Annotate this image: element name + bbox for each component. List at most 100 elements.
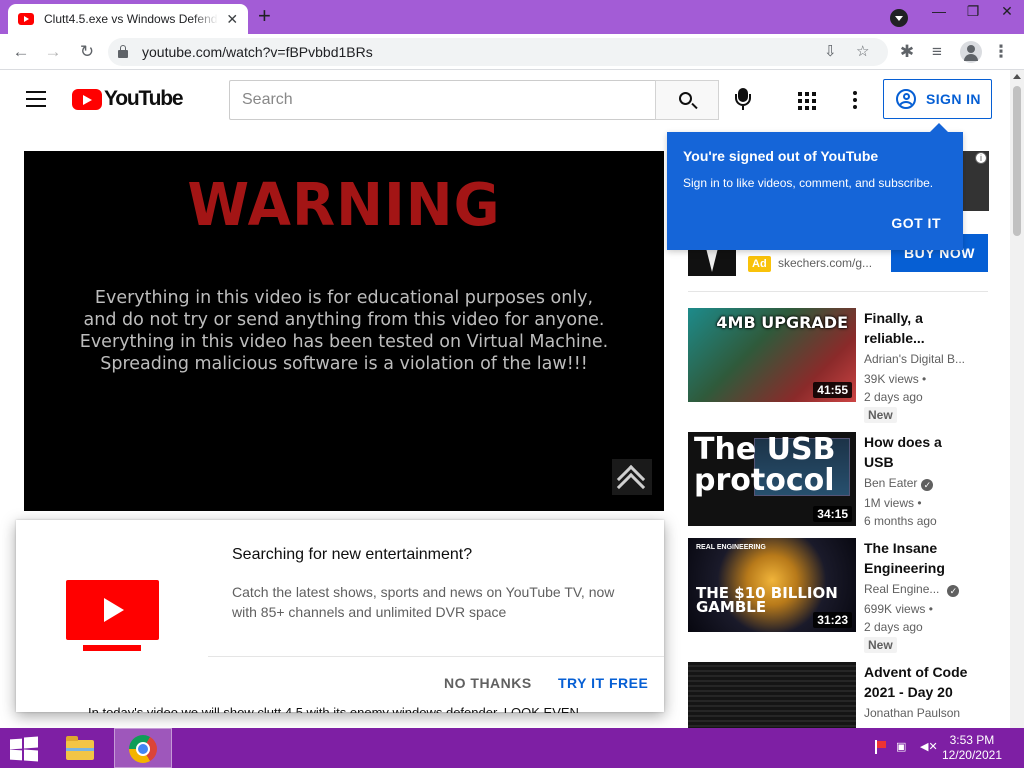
ad-badge: Ad xyxy=(748,256,771,272)
recommendation-item[interactable]: 4MB UPGRADE 41:55 Finally, a reliable...… xyxy=(688,308,988,423)
channel-row[interactable]: Real Engine... ✓ xyxy=(864,582,960,597)
view-count: 1M views • xyxy=(864,496,922,510)
channel-row[interactable]: Ben Eater ✓ xyxy=(864,476,934,491)
back-button[interactable]: ← xyxy=(10,41,32,63)
minimize-button[interactable]: — xyxy=(922,0,956,24)
video-thumbnail[interactable]: 4MB UPGRADE 41:55 xyxy=(688,308,856,402)
channel-name[interactable]: Adrian's Digital B... xyxy=(864,352,965,366)
scrollbar-thumb[interactable] xyxy=(1013,86,1021,236)
upload-age: 2 days ago xyxy=(864,390,923,404)
disclaimer-line: Everything in this video has been tested… xyxy=(79,332,609,352)
youtube-play-logo-icon xyxy=(72,88,102,110)
lock-icon[interactable] xyxy=(118,45,128,58)
channel-name[interactable]: Jonathan Paulson xyxy=(864,706,960,720)
search-button[interactable] xyxy=(655,80,719,120)
video-title[interactable]: Advent of Code 2021 - Day 20 xyxy=(864,662,968,702)
got-it-button[interactable]: GOT IT xyxy=(891,215,941,231)
promo-divider xyxy=(208,656,664,657)
account-icon xyxy=(896,89,916,109)
url-text[interactable]: youtube.com/watch?v=fBPvbbd1BRs xyxy=(142,44,373,60)
divider xyxy=(688,291,988,292)
settings-menu-icon[interactable] xyxy=(853,91,857,112)
video-title[interactable]: How does a USB keyboard... xyxy=(864,432,968,472)
windows-start-icon[interactable] xyxy=(10,736,38,762)
install-app-icon[interactable]: ⇩ xyxy=(824,42,837,60)
forward-button[interactable]: → xyxy=(42,41,64,63)
browser-tab-strip: Clutt4.5.exe vs Windows Defender ✕ + — ❐… xyxy=(0,0,1024,34)
recommendation-item[interactable]: Advent of Code 2021 - Day 20 Jonathan Pa… xyxy=(688,662,988,728)
reload-button[interactable]: ↻ xyxy=(76,41,98,63)
tab-title: Clutt4.5.exe vs Windows Defender xyxy=(44,12,219,26)
youtube-favicon-icon xyxy=(18,13,34,25)
taskbar-chrome-button[interactable] xyxy=(114,728,172,768)
new-tab-button[interactable]: + xyxy=(258,5,271,27)
channel-name[interactable]: Real Engine... xyxy=(864,582,939,596)
promo-body: Catch the latest shows, sports and news … xyxy=(232,584,615,620)
thumbnail-channel-label: REAL ENGINEERING xyxy=(696,544,766,551)
file-explorer-icon[interactable] xyxy=(62,734,98,764)
windows-taskbar: ▣ ◀✕ 3:53 PM 12/20/2021 xyxy=(0,728,1024,768)
browser-tab[interactable]: Clutt4.5.exe vs Windows Defender ✕ xyxy=(8,4,248,34)
maximize-button[interactable]: ❐ xyxy=(956,0,990,24)
video-thumbnail[interactable] xyxy=(688,662,856,728)
bookmark-star-icon[interactable]: ☆ xyxy=(856,42,869,60)
youtube-apps-icon[interactable] xyxy=(798,92,816,110)
new-badge: New xyxy=(864,637,897,653)
media-control-icon[interactable]: ≡ xyxy=(926,41,948,63)
video-title[interactable]: Finally, a reliable... xyxy=(864,308,968,348)
promo-title: Searching for new entertainment? xyxy=(232,546,473,563)
youtube-masthead: YouTube Search xyxy=(0,70,1010,128)
address-bar[interactable]: youtube.com/watch?v=fBPvbbd1BRs ⇩ ☆ xyxy=(108,38,888,66)
channel-name[interactable]: Ben Eater xyxy=(864,476,917,490)
sign-in-label: SIGN IN xyxy=(926,91,981,107)
search-input[interactable]: Search xyxy=(229,80,656,120)
thumbnail-text: THE $10 BILLION GAMBLE xyxy=(696,584,838,616)
ad-info-icon[interactable]: i xyxy=(975,152,987,164)
video-thumbnail[interactable]: The USB protocol 34:15 xyxy=(688,432,856,526)
upload-age: 6 months ago xyxy=(864,514,937,528)
view-count: 39K views • xyxy=(864,372,927,386)
system-tray: ▣ ◀✕ xyxy=(872,740,938,754)
video-title[interactable]: The Insane Engineering o... xyxy=(864,538,968,578)
thumbnail-text: The USB protocol xyxy=(694,432,836,498)
close-window-button[interactable]: ✕ xyxy=(990,0,1024,24)
view-count: 699K views • xyxy=(864,602,933,616)
youtube-tv-icon xyxy=(66,580,159,640)
ad-url[interactable]: skechers.com/g... xyxy=(778,256,872,270)
verified-check-icon: ✓ xyxy=(947,585,960,597)
recommendation-item[interactable]: The USB protocol 34:15 How does a USB ke… xyxy=(688,432,988,528)
guide-menu-icon[interactable] xyxy=(26,91,46,107)
disclaimer-line: Everything in this video is for educatio… xyxy=(94,288,594,308)
search-icon xyxy=(679,92,692,105)
video-description-peek: In today's video we will show clutt 4.5 … xyxy=(88,705,590,713)
flag-icon[interactable] xyxy=(872,740,888,754)
taskbar-clock[interactable]: 3:53 PM 12/20/2021 xyxy=(942,733,1002,763)
network-icon[interactable]: ▣ xyxy=(896,740,912,754)
chrome-menu-icon[interactable]: ⋮ xyxy=(990,41,1012,63)
scroll-up-arrow-icon[interactable] xyxy=(1013,74,1021,79)
volume-muted-icon[interactable]: ◀✕ xyxy=(920,740,938,754)
tooltip-title: You're signed out of YouTube xyxy=(683,148,879,164)
tab-close-icon[interactable]: ✕ xyxy=(224,11,240,28)
channel-watermark-icon[interactable] xyxy=(612,459,652,502)
clock-time: 3:53 PM xyxy=(949,733,995,747)
youtube-logo-text: YouTube xyxy=(104,87,184,110)
tab-search-icon[interactable] xyxy=(890,9,908,27)
duration-badge: 34:15 xyxy=(813,506,852,522)
sign-in-button[interactable]: SIGN IN xyxy=(883,79,992,119)
try-it-free-button[interactable]: TRY IT FREE xyxy=(558,675,648,691)
tv-stand xyxy=(83,645,141,651)
duration-badge: 41:55 xyxy=(813,382,852,398)
browser-toolbar: ← → ↻ youtube.com/watch?v=fBPvbbd1BRs ⇩ … xyxy=(0,34,1024,70)
recommendation-item[interactable]: REAL ENGINEERING THE $10 BILLION GAMBLE … xyxy=(688,538,988,653)
chrome-icon xyxy=(129,735,157,763)
disclaimer-line: Spreading malicious software is a violat… xyxy=(100,354,588,374)
extensions-icon[interactable]: ✱ xyxy=(896,41,918,63)
page-scrollbar[interactable] xyxy=(1010,70,1024,728)
video-player[interactable]: WARNING Everything in this video is for … xyxy=(24,151,664,511)
video-thumbnail[interactable]: REAL ENGINEERING THE $10 BILLION GAMBLE … xyxy=(688,538,856,632)
no-thanks-button[interactable]: NO THANKS xyxy=(444,675,532,691)
youtube-logo[interactable]: YouTube xyxy=(72,87,184,111)
verified-check-icon: ✓ xyxy=(921,479,934,491)
chrome-profile-icon[interactable] xyxy=(960,41,982,63)
